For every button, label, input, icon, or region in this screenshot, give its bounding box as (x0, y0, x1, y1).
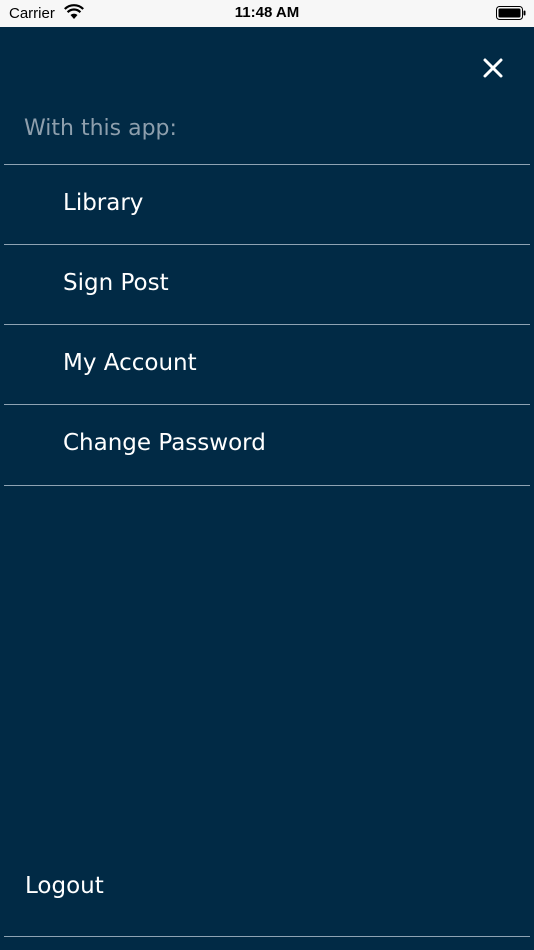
menu-item-label: Change Password (63, 430, 266, 456)
menu-item-sign-post[interactable]: Sign Post (0, 245, 534, 325)
close-icon (483, 58, 503, 78)
logout-button[interactable]: Logout (0, 846, 534, 930)
menu-item-label: Sign Post (63, 270, 169, 296)
menu-item-change-password[interactable]: Change Password (0, 405, 534, 485)
status-bar: Carrier 11:48 AM (0, 0, 534, 27)
logout-label: Logout (25, 873, 104, 899)
close-button[interactable] (477, 52, 509, 84)
menu-item-my-account[interactable]: My Account (0, 325, 534, 405)
divider (4, 936, 530, 937)
section-label: With this app: (24, 116, 177, 141)
battery-icon (496, 6, 526, 20)
menu-item-library[interactable]: Library (0, 165, 534, 245)
divider (4, 485, 530, 486)
menu-item-label: My Account (63, 350, 197, 376)
clock: 11:48 AM (234, 4, 300, 21)
menu-item-label: Library (63, 190, 144, 216)
